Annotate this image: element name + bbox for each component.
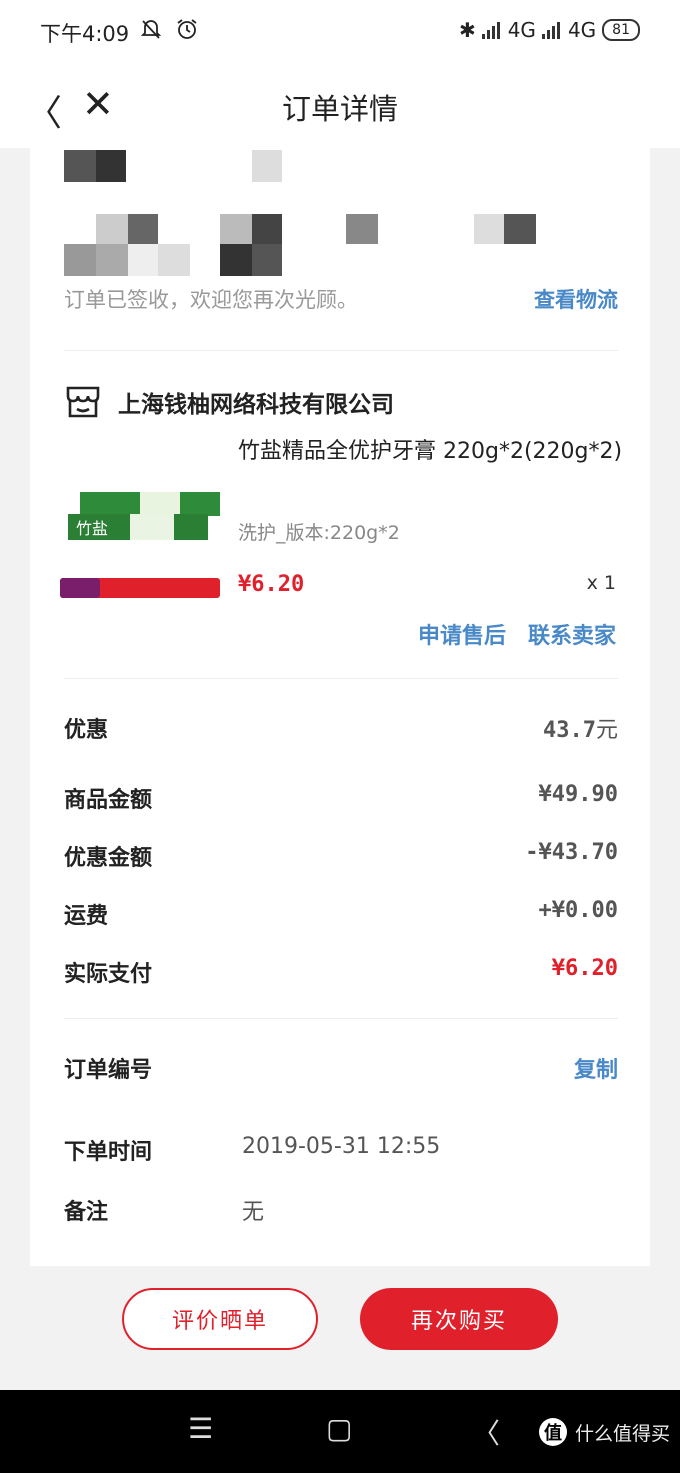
redacted-address xyxy=(30,148,650,278)
divider xyxy=(64,678,618,679)
goods-amount-label: 商品金额 xyxy=(64,788,153,813)
signal-icon xyxy=(481,21,500,39)
signed-status-row: 订单已签收，欢迎您再次光顾。 查看物流 xyxy=(64,284,618,314)
signed-status-text: 订单已签收，欢迎您再次光顾。 xyxy=(64,288,358,312)
watermark-badge: 值 xyxy=(538,1418,567,1446)
discount-amount-label: 优惠金额 xyxy=(64,846,153,871)
order-time-value: 2019-05-31 12:55 xyxy=(242,1134,441,1159)
network-type-1: 4G xyxy=(507,18,536,42)
discount-row: 优惠 43.7元 xyxy=(64,712,618,744)
svg-text:竹盐: 竹盐 xyxy=(76,519,108,538)
paid-row: 实际支付 ¥6.20 xyxy=(64,956,618,988)
discount-amount-value: -¥43.70 xyxy=(525,840,618,865)
copy-button[interactable]: 复制 xyxy=(574,1052,618,1084)
battery-icon: 81 xyxy=(602,19,640,41)
product-spec: 洗护_版本:220g*2 xyxy=(238,522,400,544)
review-button[interactable]: 评价晒单 xyxy=(122,1288,318,1350)
discount-value: 43.7 xyxy=(543,718,596,743)
contact-seller-link[interactable]: 联系卖家 xyxy=(528,618,616,650)
shop-icon xyxy=(66,386,100,418)
divider xyxy=(64,350,618,351)
status-bar: 下午4:09 ✱ 4G 4G 81 xyxy=(0,0,680,64)
after-sales-link[interactable]: 申请售后 xyxy=(418,618,506,650)
shop-name: 上海钱柚网络科技有限公司 xyxy=(118,392,394,418)
shipping-row: 运费 +¥0.00 xyxy=(64,898,618,930)
order-number-label: 订单编号 xyxy=(64,1058,153,1083)
divider xyxy=(64,1018,618,1019)
product-actions: 申请售后 联系卖家 xyxy=(418,618,616,650)
network-type-2: 4G xyxy=(567,18,597,42)
goods-amount-value: ¥49.90 xyxy=(538,782,618,807)
status-time: 下午4:09 xyxy=(40,22,130,46)
order-card: 订单已签收，欢迎您再次光顾。 查看物流 上海钱柚网络科技有限公司 竹盐 竹盐精品… xyxy=(30,148,650,1266)
product-quantity: x 1 xyxy=(586,572,616,594)
product-name[interactable]: 竹盐精品全优护牙膏 220g*2(220g*2) xyxy=(238,436,624,468)
status-right: ✱ 4G 4G 81 xyxy=(459,18,640,42)
discount-value-wrap: 43.7元 xyxy=(543,712,618,744)
remark-label: 备注 xyxy=(64,1200,109,1225)
shipping-label: 运费 xyxy=(64,904,109,929)
system-back-icon[interactable]: 〈 xyxy=(472,1412,500,1452)
discount-amount-row: 优惠金额 -¥43.70 xyxy=(64,840,618,872)
page-title: 订单详情 xyxy=(281,92,398,126)
order-time-label: 下单时间 xyxy=(64,1140,153,1165)
discount-label: 优惠 xyxy=(64,718,109,743)
rebuy-button[interactable]: 再次购买 xyxy=(360,1288,558,1350)
shop-row[interactable]: 上海钱柚网络科技有限公司 xyxy=(64,384,394,420)
nav-bar: 〈 ✕ 订单详情 xyxy=(0,64,680,148)
menu-icon[interactable]: ☰ xyxy=(188,1412,213,1445)
product-image[interactable]: 竹盐 xyxy=(60,488,224,598)
product-price: ¥6.20 xyxy=(238,572,305,597)
alarm-icon xyxy=(177,19,197,39)
system-nav-bar: ☰ ▢ 〈 值 什么值得买 xyxy=(0,1390,680,1473)
status-left-icons xyxy=(140,18,199,45)
discount-unit: 元 xyxy=(595,718,618,743)
view-logistics-link[interactable]: 查看物流 xyxy=(534,284,618,314)
watermark: 值 什么值得买 xyxy=(538,1418,670,1446)
bottom-action-bar: 评价晒单 再次购买 xyxy=(0,1266,680,1390)
home-icon[interactable]: ▢ xyxy=(326,1412,352,1445)
remark-value: 无 xyxy=(242,1200,265,1225)
watermark-text: 什么值得买 xyxy=(574,1422,670,1445)
signal-icon-2 xyxy=(541,21,560,39)
goods-amount-row: 商品金额 ¥49.90 xyxy=(64,782,618,814)
mute-bell-icon xyxy=(140,20,162,39)
shipping-value: +¥0.00 xyxy=(538,898,618,923)
paid-value: ¥6.20 xyxy=(551,956,618,981)
bluetooth-icon: ✱ xyxy=(458,18,476,42)
paid-label: 实际支付 xyxy=(64,962,153,987)
